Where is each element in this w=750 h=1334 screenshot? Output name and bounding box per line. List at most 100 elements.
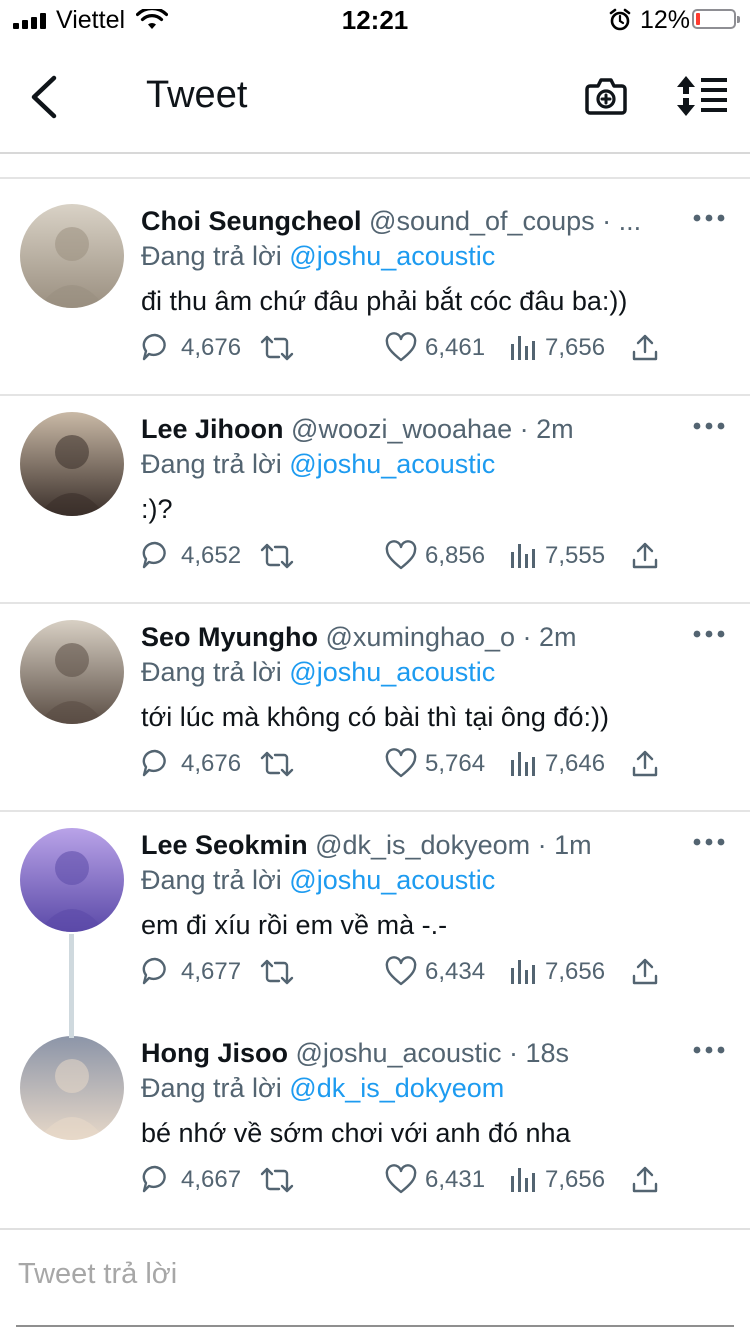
heart-icon[interactable] [385,540,417,572]
reply-icon[interactable] [141,540,173,572]
like-button[interactable]: 6,461 [385,328,485,368]
tweet-actions: 4,652 6,856 7,555 [141,536,681,576]
avatar[interactable] [20,204,124,308]
reply-icon[interactable] [141,748,173,780]
like-count: 6,461 [425,334,486,361]
retweet-button[interactable] [259,536,295,576]
reply-count: 4,667 [181,1166,242,1193]
retweet-button[interactable] [259,328,295,368]
mention-link[interactable]: @joshu_acoustic [289,241,495,271]
views-button[interactable]: 7,656 [509,328,605,368]
views-icon[interactable] [509,1164,537,1196]
retweet-icon[interactable] [259,748,295,780]
display-name[interactable]: Hong Jisoo [141,1038,288,1068]
tweet-row[interactable]: Hong Jisoo @joshu_acoustic · 18s Đang tr… [0,1010,750,1218]
reply-count: 4,676 [181,750,242,777]
avatar[interactable] [20,620,124,724]
reply-composer-input[interactable]: Tweet trả lời [18,1258,177,1291]
heart-icon[interactable] [385,956,417,988]
views-icon[interactable] [509,956,537,988]
reply-icon[interactable] [141,332,173,364]
more-options-icon[interactable] [692,418,726,434]
views-icon[interactable] [509,748,537,780]
reply-button[interactable]: 4,677 [141,952,241,992]
back-icon[interactable] [22,70,66,124]
views-button[interactable]: 7,656 [509,1160,605,1200]
share-button[interactable] [631,328,659,368]
share-icon[interactable] [631,956,659,988]
retweet-button[interactable] [259,744,295,784]
retweet-icon[interactable] [259,332,295,364]
camera-add-icon[interactable] [584,74,628,118]
tweet-actions: 4,667 6,431 7,656 [141,1160,681,1200]
like-button[interactable]: 6,431 [385,1160,485,1200]
reply-button[interactable]: 4,667 [141,1160,241,1200]
more-options-icon[interactable] [692,1042,726,1058]
battery-icon [692,9,740,29]
heart-icon[interactable] [385,332,417,364]
heart-icon[interactable] [385,1164,417,1196]
retweet-icon[interactable] [259,956,295,988]
tweet-row[interactable]: Choi Seungcheol @sound_of_coups · ... Đa… [0,178,750,386]
display-name[interactable]: Lee Seokmin [141,830,308,860]
reply-button[interactable]: 4,676 [141,328,241,368]
mention-link[interactable]: @dk_is_dokyeom [289,1073,504,1103]
view-count: 7,646 [545,750,606,777]
status-bar: Viettel 12:21 12% [0,0,750,40]
display-name[interactable]: Choi Seungcheol [141,206,362,236]
avatar[interactable] [20,1036,124,1140]
share-button[interactable] [631,536,659,576]
share-button[interactable] [631,1160,659,1200]
share-button[interactable] [631,744,659,784]
retweet-icon[interactable] [259,540,295,572]
tweet-text: đi thu âm chứ đâu phải bắt cóc đâu ba:)) [141,286,628,316]
views-button[interactable]: 7,555 [509,536,605,576]
more-options-icon[interactable] [692,210,726,226]
heart-icon[interactable] [385,748,417,780]
mention-link[interactable]: @joshu_acoustic [289,865,495,895]
like-button[interactable]: 5,764 [385,744,485,784]
reply-button[interactable]: 4,676 [141,744,241,784]
reply-icon[interactable] [141,1164,173,1196]
more-options-icon[interactable] [692,626,726,642]
retweet-button[interactable] [259,1160,295,1200]
views-button[interactable]: 7,656 [509,952,605,992]
share-button[interactable] [631,952,659,992]
tweet-row[interactable]: Lee Seokmin @dk_is_dokyeom · 1m Đang trả… [0,802,750,1010]
tweet-actions: 4,677 6,434 7,656 [141,952,681,992]
share-icon[interactable] [631,540,659,572]
tweet-text: bé nhớ về sớm chơi với anh đó nha [141,1118,571,1148]
like-button[interactable]: 6,856 [385,536,485,576]
tweet-row[interactable]: Lee Jihoon @woozi_wooahae · 2m Đang trả … [0,386,750,594]
views-icon[interactable] [509,332,537,364]
avatar[interactable] [20,412,124,516]
more-options-icon[interactable] [692,834,726,850]
like-count: 6,434 [425,958,486,985]
tweet-row[interactable]: Seo Myungho @xuminghao_o · 2m Đang trả l… [0,594,750,802]
sort-icon[interactable] [676,74,728,118]
mention-link[interactable]: @joshu_acoustic [289,657,495,687]
handle-and-time: @sound_of_coups · ... [369,206,642,236]
retweet-icon[interactable] [259,1164,295,1196]
like-button[interactable]: 6,434 [385,952,485,992]
reply-icon[interactable] [141,956,173,988]
share-icon[interactable] [631,332,659,364]
reply-count: 4,652 [181,542,242,569]
views-icon[interactable] [509,540,537,572]
views-button[interactable]: 7,646 [509,744,605,784]
clock: 12:21 [341,5,409,35]
nav-header: Tweet [0,40,750,152]
avatar[interactable] [20,828,124,932]
tweet-header: Lee Jihoon @woozi_wooahae · 2m [141,414,696,445]
display-name[interactable]: Seo Myungho [141,622,318,652]
retweet-button[interactable] [259,952,295,992]
display-name[interactable]: Lee Jihoon [141,414,284,444]
composer-underline [16,1325,734,1327]
tweet-divider [0,394,750,396]
like-count: 5,764 [425,750,486,777]
share-icon[interactable] [631,1164,659,1196]
share-icon[interactable] [631,748,659,780]
replying-label: Đang trả lời [141,865,282,895]
mention-link[interactable]: @joshu_acoustic [289,449,495,479]
reply-button[interactable]: 4,652 [141,536,241,576]
